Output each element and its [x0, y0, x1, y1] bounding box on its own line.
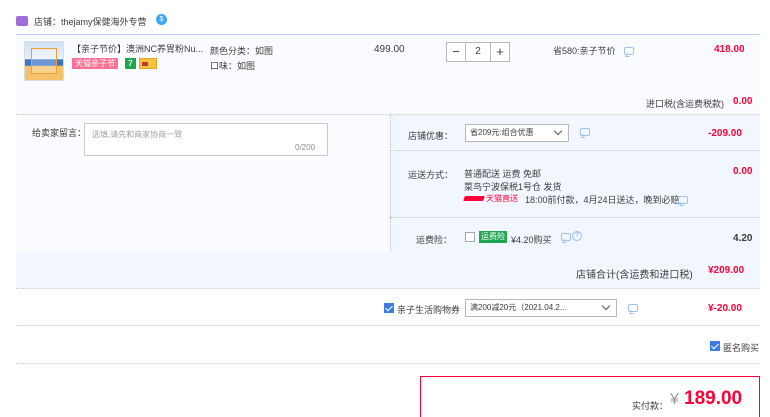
- comment-icon[interactable]: [561, 233, 571, 241]
- tmall-direct-text: 天猫直送: [486, 194, 518, 203]
- quantity-stepper: − 2 +: [446, 42, 510, 62]
- coupon-selected: 满200减20元（2021.04.2...: [470, 303, 567, 312]
- shop-name[interactable]: 店铺：thejamy保健海外专营: [34, 15, 147, 28]
- shop-discount-value: -209.00: [708, 128, 742, 139]
- shipping-line2: 菜鸟宁波保税1号仓 发货: [464, 182, 562, 192]
- coupon-checkbox[interactable]: [384, 303, 394, 313]
- increase-button[interactable]: +: [490, 42, 510, 62]
- comment-icon[interactable]: [678, 196, 688, 204]
- payment-label: 实付款：: [632, 401, 669, 411]
- product-thumbnail[interactable]: [24, 41, 64, 81]
- shop-discount-select[interactable]: 省209元:组合优惠: [465, 124, 569, 142]
- credit-card-icon: [139, 58, 157, 69]
- payment-amount: 189.00: [684, 388, 743, 409]
- payment-currency: ¥: [670, 391, 679, 408]
- message-char-count: 0/200: [295, 143, 316, 152]
- product-subtotal: 418.00: [714, 44, 745, 55]
- comment-icon[interactable]: [624, 47, 634, 55]
- anonymous-row: [16, 326, 760, 364]
- sku-color: 颜色分类：如图: [210, 46, 274, 56]
- delivery-promise: 18:00前付款，4月24日送达，晚到必赔: [525, 195, 680, 205]
- help-icon[interactable]: ?: [572, 231, 582, 241]
- comment-icon[interactable]: [628, 304, 638, 312]
- wangwang-icon[interactable]: $: [156, 14, 167, 25]
- seven-day-return-icon: 7: [125, 58, 136, 69]
- shop-total-label: 店铺合计(含运费和进口税): [576, 270, 693, 281]
- shipping-line1: 普通配送 运费 免邮: [464, 169, 542, 179]
- sku-flavor: 口味：如图: [210, 61, 256, 71]
- insurance-tag: 运费险: [479, 231, 507, 243]
- message-label: 给卖家留言：: [32, 128, 87, 138]
- quantity-input[interactable]: 2: [466, 42, 490, 62]
- anonymous-checkbox[interactable]: [710, 341, 720, 351]
- import-tax-label: 进口税(含运费税款): [646, 99, 724, 109]
- insurance-value: 4.20: [733, 233, 753, 244]
- shop-discount-label: 店铺优惠：: [408, 131, 454, 141]
- coupon-select[interactable]: 满200减20元（2021.04.2...: [465, 299, 617, 317]
- shop-total-value: ¥209.00: [708, 265, 745, 276]
- decrease-button[interactable]: −: [446, 42, 466, 62]
- shipping-label: 运送方式：: [408, 170, 454, 180]
- coupon-label: 亲子生活购物券: [397, 305, 461, 315]
- unit-price: 499.00: [374, 44, 405, 55]
- product-title[interactable]: 【亲子节价】澳洲NC养胃粉Nu...: [72, 42, 206, 55]
- savings-text: 省580:亲子节价: [553, 46, 616, 56]
- coupon-value: ¥-20.00: [708, 303, 742, 314]
- message-placeholder: 选填,请先和商家协商一致: [92, 130, 183, 139]
- tmall-logo-icon: [464, 194, 484, 202]
- anonymous-label: 匿名购买: [723, 343, 760, 353]
- insurance-price: ¥4.20购买: [511, 235, 552, 245]
- shop-discount-selected: 省209元:组合优惠: [470, 128, 534, 137]
- festival-tag: 天猫亲子节: [72, 58, 118, 69]
- insurance-label: 运费险：: [416, 235, 453, 245]
- import-tax-value: 0.00: [733, 96, 753, 107]
- comment-icon[interactable]: [580, 128, 590, 136]
- shipping-value: 0.00: [733, 166, 753, 177]
- shop-icon: [16, 16, 28, 26]
- insurance-checkbox[interactable]: [465, 232, 475, 242]
